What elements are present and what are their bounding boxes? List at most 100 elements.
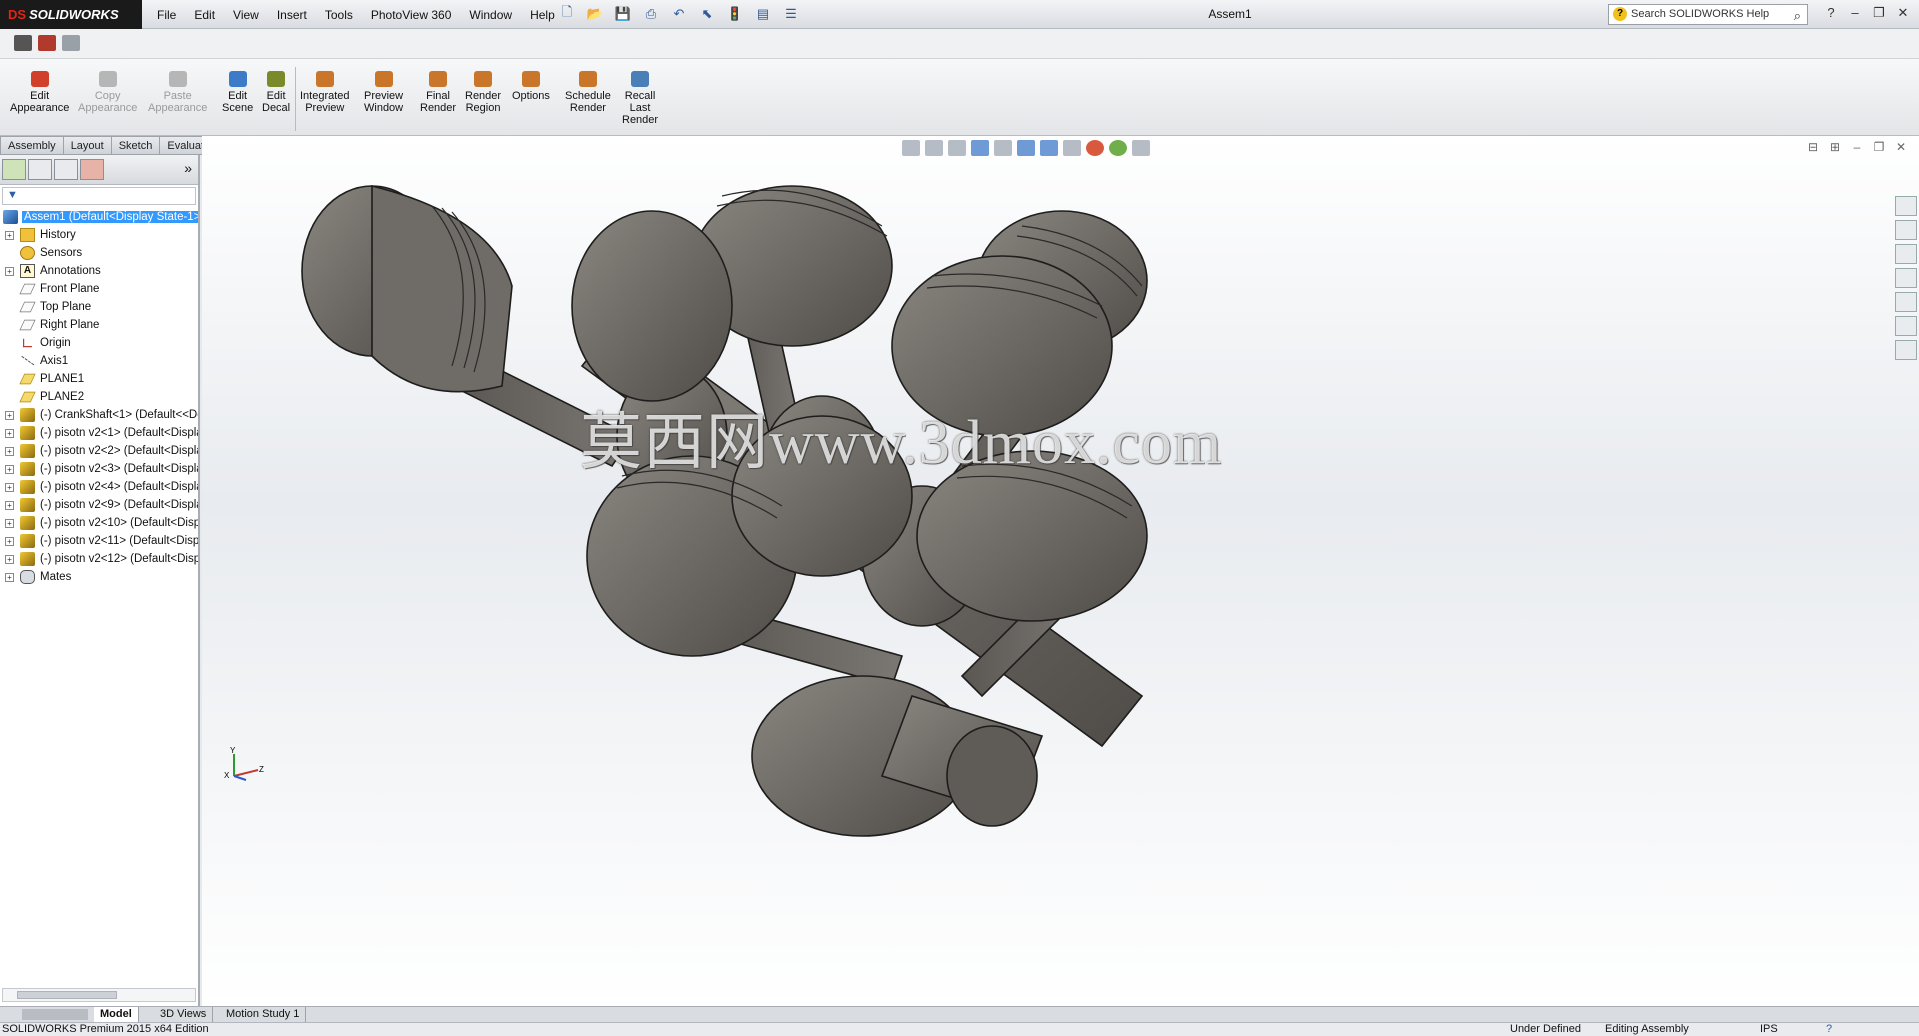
configuration-manager-tab-icon[interactable] [54,159,78,180]
axis-icon [13,355,35,370]
property-manager-tab-icon[interactable] [28,159,52,180]
recall-last-render-button[interactable]: Recall Last Render [622,71,658,126]
tree-node[interactable]: + A Annotations [0,262,198,280]
tree-node[interactable]: + (-) pisotn v2<1> (Default<Display State… [0,424,198,442]
piston-skirt[interactable] [371,184,513,393]
tree-node[interactable]: + Mates [0,568,198,586]
menu-view[interactable]: View [224,8,268,22]
panel-tabs: » [0,155,198,185]
shaft-end[interactable] [946,725,1038,827]
menu-insert[interactable]: Insert [268,8,316,22]
menu-edit[interactable]: Edit [185,8,224,22]
bottom-tab-3d-views[interactable]: 3D Views [154,1007,214,1023]
tree-node[interactable]: + (-) pisotn v2<11> (Default<Display Stat… [0,532,198,550]
tree-node[interactable]: + (-) pisotn v2<3> (Default<Display State… [0,460,198,478]
menu-window[interactable]: Window [460,8,521,22]
options-button[interactable]: Options [512,71,550,102]
tree-filter-input[interactable]: ▼ [2,187,196,205]
select-pointer-icon[interactable]: ⬉ [696,4,718,24]
expand-icon[interactable]: + [5,267,14,276]
restore-icon[interactable]: ❐ [1869,4,1889,22]
tree-node-label: (-) pisotn v2<3> (Default<Display State-… [40,463,198,475]
piston[interactable] [571,210,733,402]
edit-scene-button[interactable]: Edit Scene [222,71,253,114]
tab-assembly[interactable]: Assembly [0,136,64,155]
tree-node[interactable]: + (-) pisotn v2<2> (Default<Display State… [0,442,198,460]
open-folder-icon[interactable]: 📂 [584,4,606,24]
integrated-preview-button[interactable]: Integrated Preview [300,71,350,114]
tree-node[interactable]: Right Plane [0,316,198,334]
edit-decal-button[interactable]: Edit Decal [262,71,290,114]
tab-sketch[interactable]: Sketch [111,136,161,155]
magnifier-icon[interactable]: ⌕ [1794,6,1801,25]
rebuild-icon[interactable]: 🚦 [724,4,746,24]
expand-icon[interactable]: + [5,483,14,492]
save-icon[interactable]: 💾 [612,4,634,24]
tree-node[interactable]: Top Plane [0,298,198,316]
scrollbar-thumb[interactable] [17,991,117,999]
expand-icon[interactable]: + [5,537,14,546]
schedule-render-button[interactable]: Schedule Render [565,71,611,114]
tree-node[interactable]: + (-) pisotn v2<4> (Default<Display State… [0,478,198,496]
tree-node[interactable]: Axis1 [0,352,198,370]
expand-icon[interactable]: + [5,555,14,564]
help-status-icon[interactable]: ? [1826,1023,1832,1036]
expand-icon[interactable]: + [5,573,14,582]
render-region-icon [474,71,493,87]
final-render-button[interactable]: Final Render [420,71,456,114]
tab-layout[interactable]: Layout [63,136,112,155]
render-region-button[interactable]: Render Region [465,71,501,114]
file-properties-icon[interactable]: ▤ [752,4,774,24]
tree-node[interactable]: PLANE2 [0,388,198,406]
tree-node-label: (-) CrankShaft<1> (Default<<Default>_Dis… [40,409,198,421]
tree-node[interactable]: + (-) CrankShaft<1> (Default<<Default>_Di… [0,406,198,424]
help-icon[interactable]: ? [1821,4,1841,22]
edit-appearance-button[interactable]: Edit Appearance [10,71,69,114]
print-icon[interactable]: ⎙ [640,4,662,24]
graphics-viewport[interactable]: ⊟ ⊞ – ❐ ✕ 莫西网www.3dmox.com Y Z X [202,136,1919,1006]
new-document-icon[interactable]: 🗋 [556,4,578,24]
close-icon[interactable]: ✕ [1893,4,1913,22]
preview-window-button[interactable]: Preview Window [364,71,403,114]
expand-icon[interactable]: + [5,411,14,420]
tree-node[interactable]: + (-) pisotn v2<12> (Default<Display Stat… [0,550,198,568]
expand-icon[interactable]: + [5,429,14,438]
tree-node[interactable]: PLANE1 [0,370,198,388]
menu-tools[interactable]: Tools [316,8,362,22]
display-manager-tab-icon[interactable] [80,159,104,180]
camera-icon[interactable] [14,35,32,51]
options-gear-icon[interactable]: ☰ [780,4,802,24]
tree-node-label: History [40,229,76,241]
tree-node[interactable]: + (-) pisotn v2<10> (Default<Display Stat… [0,514,198,532]
horizontal-scrollbar[interactable] [2,988,196,1002]
paste-appearance-button[interactable]: Paste Appearance [148,71,207,114]
expand-icon[interactable]: + [5,465,14,474]
render-settings-icon[interactable] [62,35,80,51]
tree-root-node[interactable]: Assem1 (Default<Display State-1>) [0,208,198,226]
v8-engine-model[interactable] [202,136,1919,1006]
menu-file[interactable]: File [148,8,185,22]
menu-photoview-360[interactable]: PhotoView 360 [362,8,461,22]
units-status[interactable]: IPS [1760,1023,1778,1036]
tree-node-label: (-) pisotn v2<9> (Default<Display State-… [40,499,198,511]
expand-icon[interactable]: + [5,501,14,510]
expand-icon[interactable]: + [5,231,14,240]
tree-node[interactable]: Sensors [0,244,198,262]
expand-icon[interactable]: + [5,519,14,528]
tree-node[interactable]: + History [0,226,198,244]
tree-node[interactable]: + (-) pisotn v2<9> (Default<Display State… [0,496,198,514]
copy-appearance-button[interactable]: Copy Appearance [78,71,137,114]
bottom-tab-model[interactable]: Model [94,1007,139,1023]
search-help-field[interactable]: ? Search SOLIDWORKS Help ⌕ [1608,4,1808,25]
render-snapshot-icon[interactable] [38,35,56,51]
tree-node[interactable]: Front Plane [0,280,198,298]
minimize-icon[interactable]: – [1845,4,1865,22]
tree-node[interactable]: Origin [0,334,198,352]
undo-icon[interactable]: ↶ [668,4,690,24]
feature-manager-tab-icon[interactable] [2,159,26,180]
chevron-right-icon[interactable]: » [184,160,192,176]
bottom-tab-motion-study-1[interactable]: Motion Study 1 [220,1007,307,1023]
expand-icon[interactable]: + [5,447,14,456]
tab-scroll-arrows[interactable] [22,1009,88,1020]
solidworks-logo[interactable]: DS SOLIDWORKS [0,0,142,29]
